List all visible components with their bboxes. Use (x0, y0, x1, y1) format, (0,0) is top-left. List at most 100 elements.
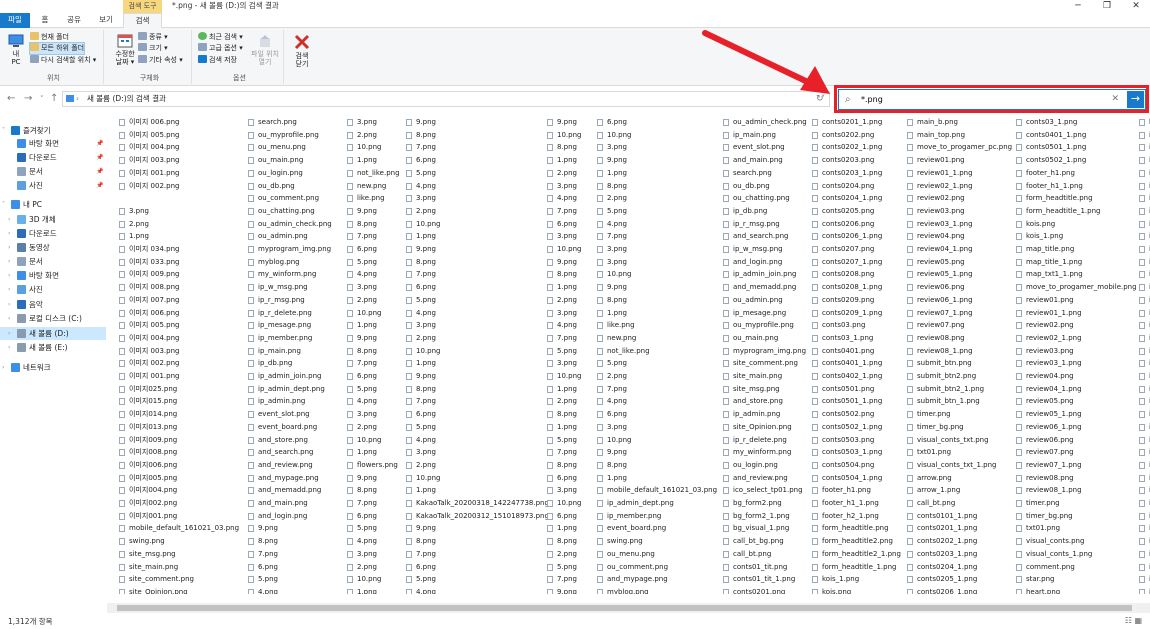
tab-home[interactable]: 홈 (34, 13, 56, 28)
png-file-icon (907, 576, 913, 584)
png-file-icon (723, 385, 729, 393)
search-again-label: 다시 검색할 위치 ▾ (41, 56, 97, 64)
kind-label: 종류 ▾ (149, 33, 168, 41)
expand-chevron-icon[interactable]: › (8, 255, 10, 268)
png-file-icon (347, 144, 353, 152)
nav-item[interactable]: 바탕 화면 📌 (0, 137, 106, 150)
png-file-icon (907, 157, 913, 165)
nav-item[interactable]: 문서 📌 (0, 165, 106, 178)
nav-item[interactable]: 사진 📌 (0, 179, 106, 192)
expand-chevron-icon[interactable]: › (8, 327, 10, 340)
nav-item[interactable]: › 새 볼륨 (E:) (0, 341, 106, 354)
nav-item[interactable]: › 다운로드 (0, 227, 106, 240)
drive-c-icon (17, 314, 26, 323)
advanced-options-button[interactable]: 고급 옵션 ▾ (198, 43, 243, 54)
png-file-icon (1016, 449, 1022, 457)
expand-chevron-icon[interactable]: › (8, 241, 10, 254)
png-file-icon (907, 131, 913, 139)
expand-chevron-icon[interactable]: › (8, 312, 10, 325)
current-folder-button[interactable]: 현재 폴더 (30, 32, 69, 43)
ribbon-group-close: 검색 닫기 (288, 30, 316, 84)
advanced-options-label: 고급 옵션 ▾ (209, 44, 243, 52)
png-file-icon (1139, 385, 1145, 393)
expand-chevron-icon[interactable]: › (8, 283, 10, 296)
file-name: 5.png (357, 524, 378, 533)
open-file-location-button[interactable]: 파일 위치 열기 (250, 34, 280, 66)
nav-item[interactable]: › 네트워크 (0, 361, 106, 374)
expand-chevron-icon[interactable]: ˅ (2, 124, 5, 137)
file-name: 2.png (357, 422, 378, 431)
details-view-icon[interactable]: ☷ (1125, 616, 1132, 625)
open-file-location-label: 파일 위치 열기 (251, 50, 279, 66)
expand-chevron-icon[interactable]: › (2, 361, 4, 374)
address-box[interactable]: › 새 볼륨 (D:)의 검색 결과 ˅ (62, 91, 830, 107)
nav-item[interactable]: ˅ 내 PC (0, 198, 106, 211)
nav-item[interactable]: 다운로드 📌 (0, 151, 106, 164)
nav-item[interactable]: › 사진 (0, 283, 106, 296)
tab-share[interactable]: 공유 (60, 13, 88, 28)
minimize-button[interactable]: ─ (1064, 0, 1092, 13)
maximize-button[interactable]: ❐ (1093, 0, 1121, 13)
nav-item[interactable]: › 음악 (0, 298, 106, 311)
recent-locations-button[interactable]: ˅ (40, 92, 44, 106)
date-modified-button[interactable]: 수정한 날짜 ▾ (112, 34, 138, 66)
file-name: ip_db.png (733, 206, 768, 215)
back-button[interactable]: ← (7, 92, 15, 106)
png-file-icon (812, 461, 818, 469)
expand-chevron-icon[interactable]: › (8, 341, 10, 354)
pin-icon[interactable]: 📌 (96, 151, 103, 164)
nav-item[interactable]: › 바탕 화면 (0, 269, 106, 282)
expand-chevron-icon[interactable]: › (8, 227, 10, 240)
search-again-button[interactable]: 다시 검색할 위치 ▾ (30, 55, 96, 66)
file-name: 9.png (416, 372, 437, 380)
nav-item[interactable]: › 로컬 디스크 (C:) (0, 312, 106, 325)
png-file-icon (406, 474, 412, 482)
expand-chevron-icon[interactable]: › (8, 298, 10, 311)
nav-item[interactable]: ˅ 즐겨찾기 (0, 124, 106, 137)
png-file-icon (547, 525, 553, 533)
size-button[interactable]: 크기 ▾ (138, 43, 168, 54)
nav-item[interactable]: › 문서 (0, 255, 106, 268)
png-file-icon (119, 411, 125, 419)
file-name: conts0205.png (822, 206, 875, 215)
png-file-icon (1016, 385, 1022, 393)
save-search-button[interactable]: 검색 저장 (198, 55, 237, 66)
png-file-icon (1139, 144, 1145, 152)
this-pc-button[interactable]: 내 PC (6, 34, 26, 66)
file-name: 2.png (357, 562, 378, 571)
png-file-icon (248, 398, 254, 406)
expand-chevron-icon[interactable]: ˅ (2, 198, 5, 211)
forward-button[interactable]: → (24, 92, 32, 106)
kind-button[interactable]: 종류 ▾ (138, 32, 168, 43)
pin-icon[interactable]: 📌 (96, 137, 103, 150)
expand-chevron-icon[interactable]: › (8, 269, 10, 282)
other-properties-button[interactable]: 기타 속성 ▾ (138, 55, 183, 66)
scrollbar-thumb[interactable] (117, 605, 1132, 611)
tab-file[interactable]: 파일 (0, 13, 30, 28)
expand-chevron-icon[interactable]: › (8, 213, 10, 226)
nav-item-label: 바탕 화면 (29, 271, 59, 280)
pin-icon[interactable]: 📌 (96, 179, 103, 192)
file-name: submit_btn2.png (917, 372, 977, 380)
file-name: 3.png (357, 283, 378, 292)
up-button[interactable]: ↑ (50, 92, 58, 106)
refresh-button[interactable]: ↻ (816, 92, 824, 106)
file-name: 3.png (416, 448, 437, 457)
all-subfolders-button[interactable]: 모든 하위 폴더 (28, 42, 86, 55)
close-window-button[interactable]: ✕ (1122, 0, 1150, 13)
tab-search[interactable]: 검색 (123, 13, 162, 29)
png-file-icon (1016, 131, 1022, 139)
nav-item[interactable]: › 동영상 (0, 241, 106, 254)
recent-searches-button[interactable]: 최근 검색 ▾ (198, 32, 243, 43)
close-search-button[interactable]: 검색 닫기 (290, 34, 314, 68)
file-name: 6.png (557, 511, 578, 520)
horizontal-scrollbar[interactable] (107, 603, 1150, 613)
file-name: 2.png (607, 194, 628, 203)
file-name: 9.png (258, 524, 279, 533)
nav-item[interactable]: › 새 볼륨 (D:) (0, 327, 106, 340)
png-file-icon (597, 525, 603, 533)
tab-view[interactable]: 보기 (92, 13, 120, 28)
nav-item[interactable]: › 3D 개체 (0, 213, 106, 226)
large-icons-view-icon[interactable]: ▦ (1134, 616, 1142, 625)
pin-icon[interactable]: 📌 (96, 165, 103, 178)
